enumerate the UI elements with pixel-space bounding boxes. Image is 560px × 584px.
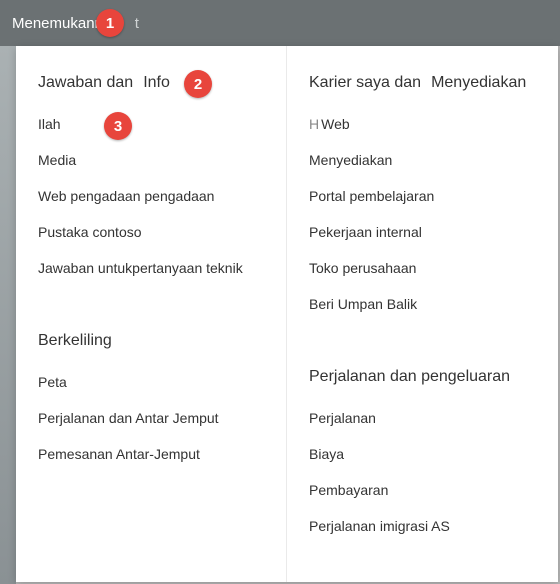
- link-menyediakan[interactable]: Menyediakan: [309, 152, 536, 168]
- link-peta[interactable]: Peta: [38, 374, 264, 390]
- left-background-strip: [0, 46, 16, 584]
- link-web-pengadaan[interactable]: Web pengadaan pengadaan: [38, 188, 264, 204]
- header-part-2: Menyediakan: [431, 74, 526, 92]
- link-pekerjaan-internal[interactable]: Pekerjaan internal: [309, 224, 536, 240]
- section-header-perjalanan[interactable]: Perjalanan dan pengeluaran: [309, 368, 536, 386]
- section-jawaban-info: Jawaban dan Info Ilah Media Web pengadaa…: [38, 74, 264, 276]
- link-hweb[interactable]: HWeb: [309, 116, 536, 132]
- link-ilah[interactable]: Ilah: [38, 116, 264, 132]
- link-prefix: H: [309, 116, 319, 132]
- section-berkeliling: Berkeliling Peta Perjalanan dan Antar Je…: [38, 332, 264, 462]
- section-header-karier[interactable]: Karier saya dan Menyediakan: [309, 74, 536, 92]
- header-part-2: Info: [143, 74, 170, 92]
- header-part-1: Jawaban dan: [38, 74, 133, 92]
- header-part-1: Karier saya dan: [309, 74, 421, 92]
- link-media[interactable]: Media: [38, 152, 264, 168]
- annotation-badge-3: 3: [104, 112, 132, 140]
- link-pemesanan[interactable]: Pemesanan Antar-Jemput: [38, 446, 264, 462]
- section-perjalanan: Perjalanan dan pengeluaran Perjalanan Bi…: [309, 368, 536, 534]
- link-toko-perusahaan[interactable]: Toko perusahaan: [309, 260, 536, 276]
- section-header-jawaban[interactable]: Jawaban dan Info: [38, 74, 264, 92]
- link-text: Web: [321, 116, 350, 132]
- annotation-badge-1: 1: [96, 9, 124, 37]
- section-karier: Karier saya dan Menyediakan HWeb Menyedi…: [309, 74, 536, 312]
- link-imigrasi[interactable]: Perjalanan imigrasi AS: [309, 518, 536, 534]
- section-header-berkeliling[interactable]: Berkeliling: [38, 332, 264, 350]
- annotation-badge-2: 2: [184, 70, 212, 98]
- link-jawaban-teknik[interactable]: Jawaban untukpertanyaan teknik: [38, 260, 264, 276]
- link-portal-pembelajaran[interactable]: Portal pembelajaran: [309, 188, 536, 204]
- top-bar: Menemukannya t: [0, 0, 560, 46]
- mega-menu-panel: Jawaban dan Info Ilah Media Web pengadaa…: [16, 46, 558, 582]
- menu-column-left: Jawaban dan Info Ilah Media Web pengadaa…: [16, 46, 287, 582]
- link-umpan-balik[interactable]: Beri Umpan Balik: [309, 296, 536, 312]
- link-pustaka-contoso[interactable]: Pustaka contoso: [38, 224, 264, 240]
- link-biaya[interactable]: Biaya: [309, 446, 536, 462]
- link-pembayaran[interactable]: Pembayaran: [309, 482, 536, 498]
- menu-column-right: Karier saya dan Menyediakan HWeb Menyedi…: [287, 46, 558, 582]
- top-bar-trailing: t: [135, 15, 139, 32]
- link-perjalanan[interactable]: Perjalanan: [309, 410, 536, 426]
- link-antar-jemput[interactable]: Perjalanan dan Antar Jemput: [38, 410, 264, 426]
